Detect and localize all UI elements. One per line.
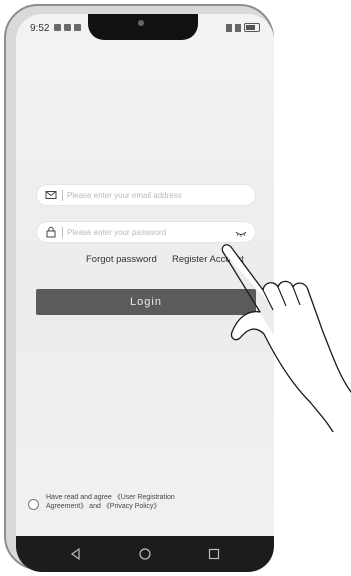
notification-icon xyxy=(64,24,71,31)
status-time: 9:52 xyxy=(30,23,50,34)
agreement-line-2[interactable]: Agreement》 and 《Privacy Policy》 xyxy=(46,502,246,511)
navigation-bar xyxy=(16,536,274,572)
agreement-text: Have read and agree 《User Registration A… xyxy=(46,493,246,511)
field-divider xyxy=(62,227,63,238)
agreement-line-1[interactable]: Have read and agree 《User Registration xyxy=(46,493,246,502)
camera-icon xyxy=(138,20,144,26)
notification-icon xyxy=(54,24,61,31)
camera-notch xyxy=(88,14,198,40)
recent-apps-icon[interactable] xyxy=(206,546,222,562)
back-icon[interactable] xyxy=(68,546,84,562)
battery-icon xyxy=(244,23,260,32)
mail-icon xyxy=(45,191,57,199)
agree-radio[interactable] xyxy=(28,499,39,510)
notification-icons xyxy=(54,24,81,31)
field-divider xyxy=(62,190,63,201)
status-bar: 9:52 xyxy=(16,14,274,44)
email-input[interactable] xyxy=(67,187,237,203)
password-input[interactable] xyxy=(67,224,237,240)
home-icon[interactable] xyxy=(137,546,153,562)
email-field[interactable] xyxy=(36,184,256,206)
status-right-icons xyxy=(226,23,260,32)
signal-icon xyxy=(226,23,232,32)
lock-icon xyxy=(46,226,56,238)
eye-icon[interactable] xyxy=(235,228,247,238)
password-field[interactable] xyxy=(36,221,256,243)
forgot-password-link[interactable]: Forgot password xyxy=(86,254,157,265)
wifi-icon xyxy=(235,23,241,32)
pointing-hand-illustration xyxy=(221,244,351,432)
notification-icon xyxy=(74,24,81,31)
